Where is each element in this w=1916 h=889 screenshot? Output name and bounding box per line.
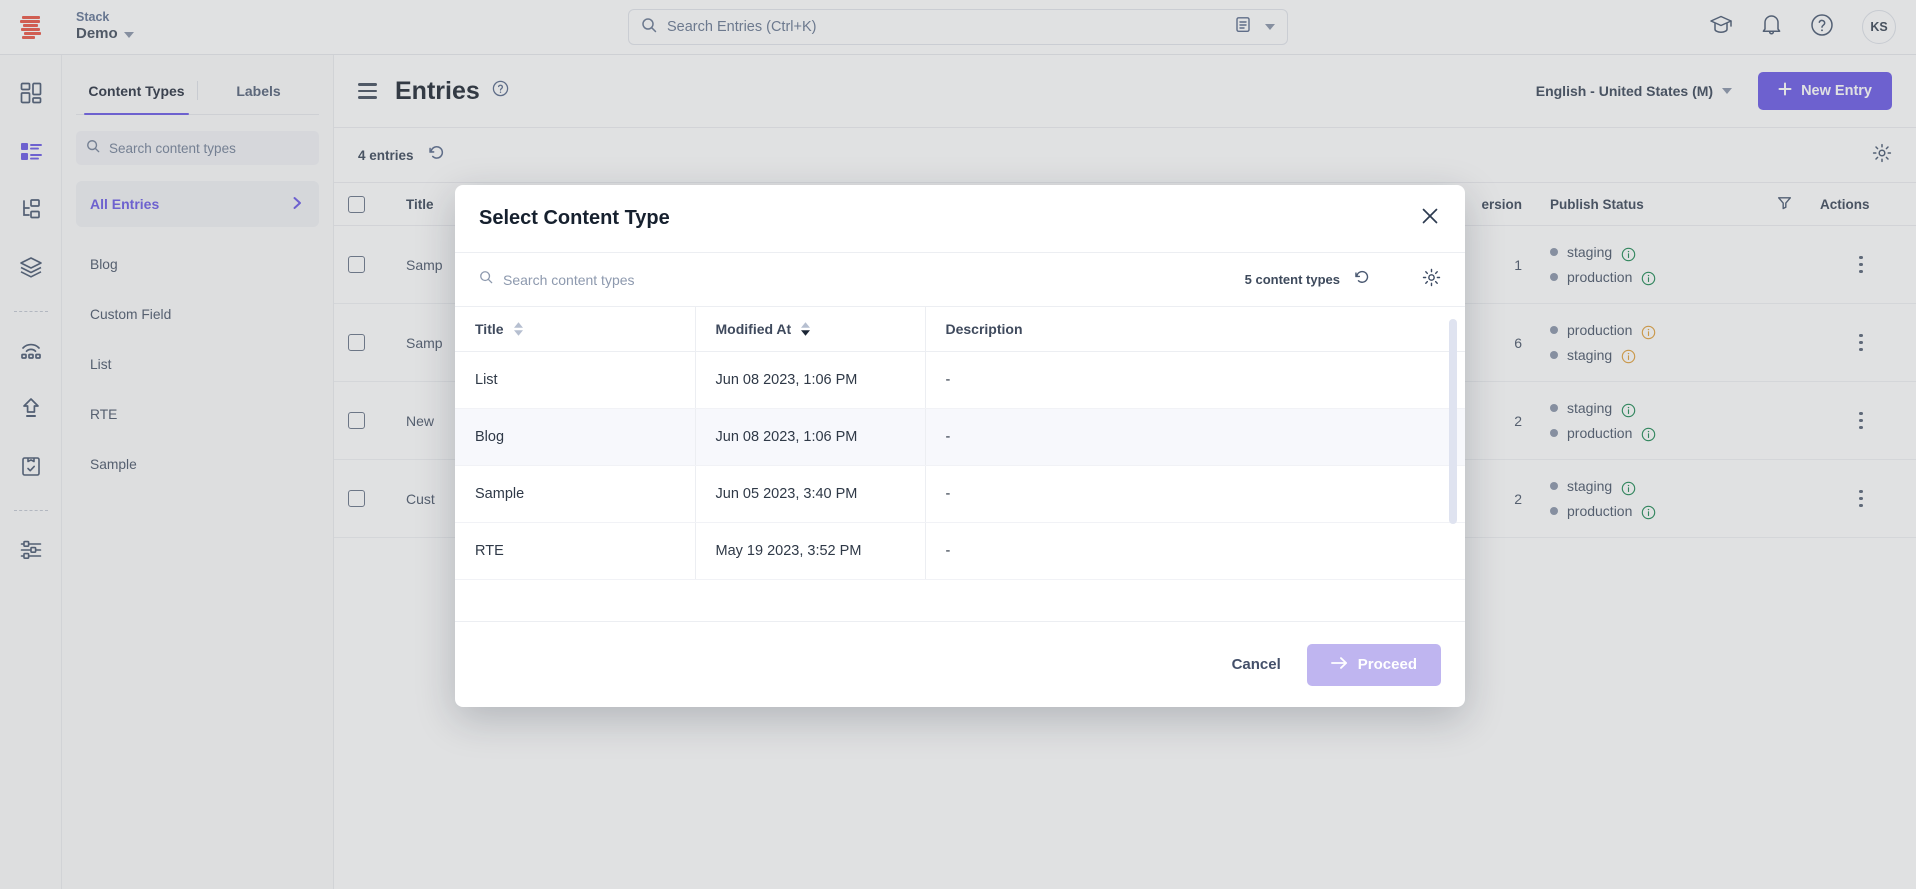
app-root: Stack Demo Search Entries (Ctrl+K) KS Co… bbox=[0, 0, 1916, 889]
select-content-type-modal: Select Content Type 5 content types bbox=[455, 185, 1465, 707]
content-type-title[interactable]: RTE bbox=[455, 522, 695, 580]
content-type-description: - bbox=[924, 465, 1465, 523]
search-icon bbox=[479, 270, 493, 289]
modal-header: Select Content Type bbox=[455, 185, 1465, 253]
arrow-right-icon bbox=[1330, 656, 1348, 674]
content-type-row[interactable]: RTE May 19 2023, 3:52 PM - bbox=[455, 522, 1465, 580]
refresh-icon[interactable] bbox=[1354, 269, 1370, 290]
content-type-modified-at: Jun 05 2023, 3:40 PM bbox=[694, 465, 925, 523]
column-title[interactable]: Title bbox=[455, 307, 695, 352]
content-type-title[interactable]: Sample bbox=[455, 465, 695, 523]
content-type-description: - bbox=[924, 522, 1465, 580]
content-type-description: - bbox=[924, 408, 1465, 466]
content-type-description: - bbox=[924, 351, 1465, 409]
content-type-modified-at: May 19 2023, 3:52 PM bbox=[694, 522, 925, 580]
modal-footer: Cancel Proceed bbox=[455, 621, 1465, 707]
sort-icon-modified-at[interactable] bbox=[801, 322, 811, 336]
content-type-row[interactable]: List Jun 08 2023, 1:06 PM - bbox=[455, 351, 1465, 409]
content-type-title[interactable]: List bbox=[455, 351, 695, 409]
content-types-header-row: Title Modified At Description bbox=[455, 307, 1465, 352]
modal-scrollbar[interactable] bbox=[1449, 315, 1457, 615]
content-type-modified-at: Jun 08 2023, 1:06 PM bbox=[694, 351, 925, 409]
content-type-row[interactable]: Sample Jun 05 2023, 3:40 PM - bbox=[455, 465, 1465, 523]
modal-title: Select Content Type bbox=[479, 207, 670, 229]
sort-icon-title[interactable] bbox=[513, 322, 523, 336]
content-type-title[interactable]: Blog bbox=[455, 408, 695, 466]
close-icon[interactable] bbox=[1419, 205, 1441, 232]
content-type-modified-at: Jun 08 2023, 1:06 PM bbox=[694, 408, 925, 466]
content-types-count: 5 content types bbox=[1244, 272, 1340, 287]
proceed-button[interactable]: Proceed bbox=[1306, 643, 1441, 686]
content-types-table: Title Modified At Description List Jun 0… bbox=[455, 307, 1465, 580]
cancel-button[interactable]: Cancel bbox=[1232, 656, 1281, 673]
column-title-label: Title bbox=[475, 321, 504, 337]
gear-icon[interactable] bbox=[1422, 268, 1441, 292]
column-modified-at[interactable]: Modified At bbox=[694, 307, 925, 352]
modal-search-bar: 5 content types bbox=[455, 253, 1465, 307]
column-modified-at-label: Modified At bbox=[715, 321, 792, 337]
column-description: Description bbox=[924, 307, 1465, 352]
proceed-label: Proceed bbox=[1357, 656, 1417, 673]
modal-search-input[interactable] bbox=[503, 271, 1235, 288]
content-type-row[interactable]: Blog Jun 08 2023, 1:06 PM - bbox=[455, 408, 1465, 466]
modal-body: Title Modified At Description List Jun 0… bbox=[455, 307, 1465, 621]
modal-scrollbar-thumb[interactable] bbox=[1449, 319, 1457, 524]
